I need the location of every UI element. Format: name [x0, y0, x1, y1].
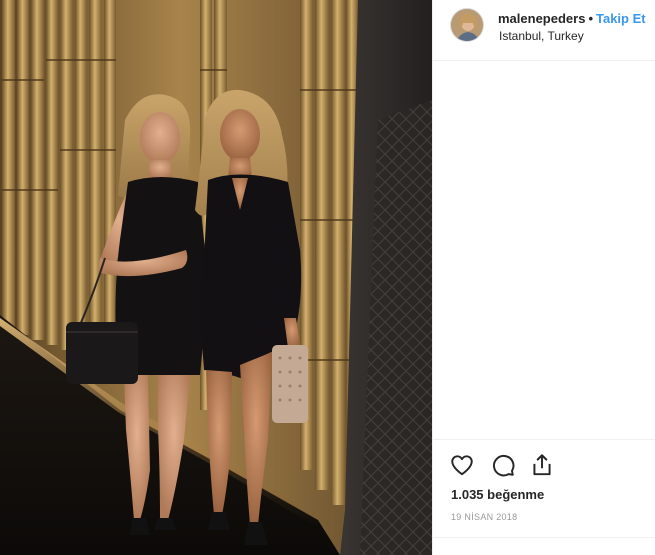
username-line: malenepeders • Takip Et	[498, 11, 646, 26]
heart-outline-icon[interactable]	[449, 452, 475, 478]
avatar[interactable]	[450, 8, 484, 42]
post-header: malenepeders • Takip Et Istanbul, Turkey	[433, 0, 655, 61]
post-photo[interactable]	[0, 0, 432, 555]
follow-button[interactable]: Takip Et	[596, 11, 646, 26]
post-side-panel: malenepeders • Takip Et Istanbul, Turkey 1…	[432, 0, 655, 555]
share-upload-icon[interactable]	[529, 452, 555, 478]
comment-divider	[433, 537, 655, 538]
avatar-image	[451, 9, 483, 41]
photo-illustration	[0, 0, 432, 555]
actions-divider	[433, 439, 655, 440]
likes-count[interactable]: 1.035 beğenme	[451, 487, 544, 502]
speech-bubble-icon[interactable]	[490, 452, 516, 478]
username-link[interactable]: malenepeders	[498, 11, 585, 26]
post-date[interactable]: 19 NİSAN 2018	[451, 512, 517, 522]
separator-dot: •	[588, 11, 593, 26]
location-link[interactable]: Istanbul, Turkey	[499, 29, 584, 43]
